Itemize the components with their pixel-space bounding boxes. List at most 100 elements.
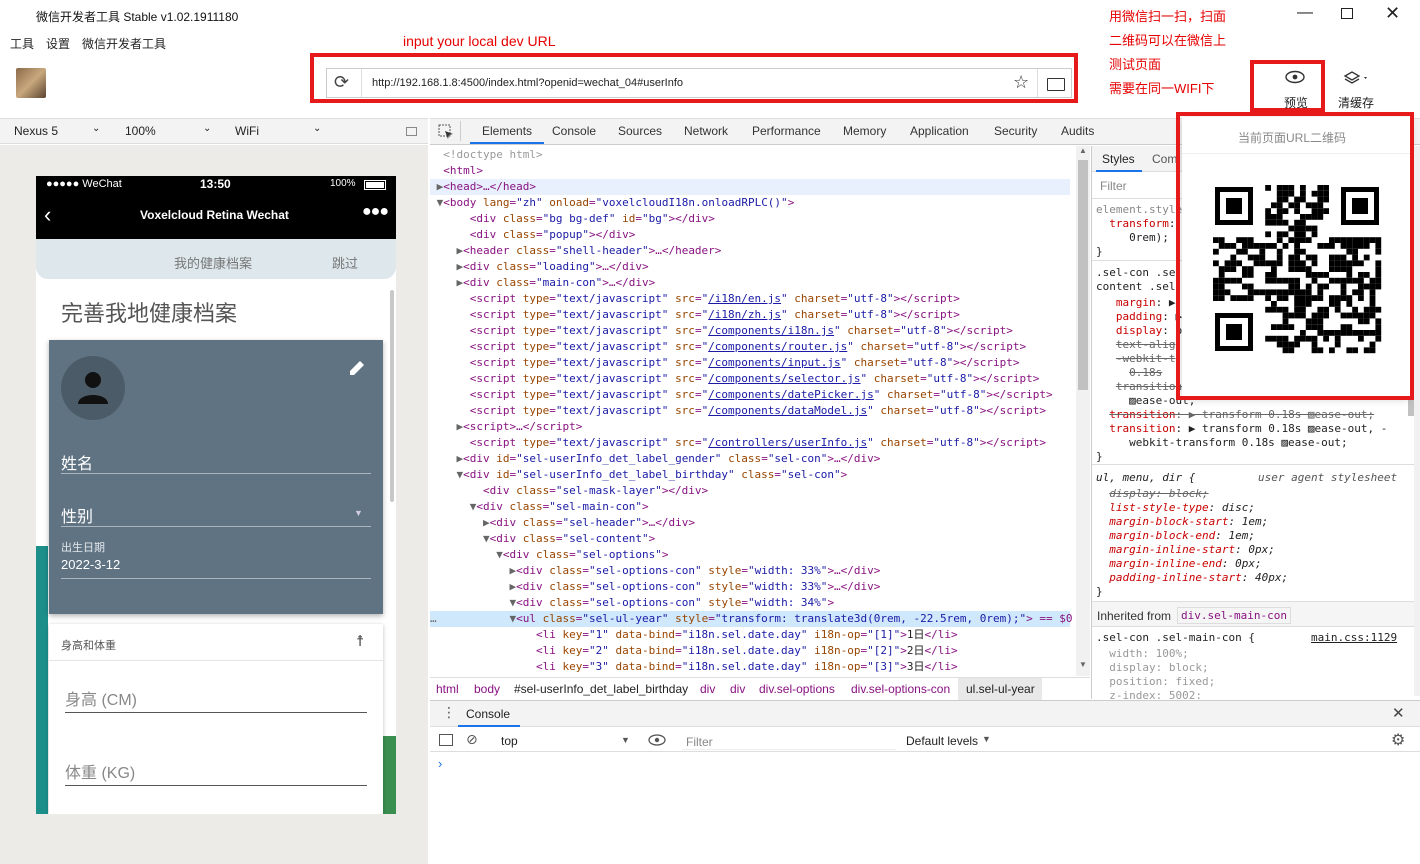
close-drawer-icon[interactable]: ✕ (1392, 704, 1405, 722)
dom-line[interactable]: <script type="text/javascript" src="/com… (430, 355, 1075, 371)
dom-line[interactable]: ▶<div class="main-con">…</div> (430, 275, 1075, 291)
tab-application[interactable]: Application (910, 124, 969, 138)
menu-item-settings[interactable]: 设置 (46, 35, 70, 52)
breadcrumb-item-active[interactable]: ul.sel-ul-year (966, 682, 1035, 696)
skip-link[interactable]: 跳过 (332, 253, 358, 272)
dom-line[interactable]: ▶<header class="shell-header">…</header> (430, 243, 1075, 259)
dom-line[interactable]: <div class="sel-mask-layer"></div> (430, 483, 1075, 499)
inspect-icon[interactable] (438, 124, 454, 140)
css-rule[interactable]: margin-inline-start: 0px; (1096, 543, 1398, 557)
styles-filter-input[interactable]: Filter (1100, 179, 1127, 193)
dom-line[interactable]: <script type="text/javascript" src="/com… (430, 323, 1075, 339)
css-rule[interactable]: margin-block-end: 1em; (1096, 529, 1398, 543)
more-icon[interactable]: ●●● (362, 203, 389, 221)
tab-network[interactable]: Network (684, 124, 728, 138)
css-rule[interactable]: display: block; (1096, 487, 1398, 501)
dom-line[interactable]: ▼<div class="sel-main-con"> (430, 499, 1075, 515)
dom-line[interactable]: ▼<div class="sel-content"> (430, 531, 1075, 547)
edit-icon[interactable] (347, 358, 367, 378)
tab-security[interactable]: Security (994, 124, 1037, 138)
height-input[interactable]: 身高 (CM) (65, 686, 137, 710)
maximize-icon[interactable] (1341, 8, 1353, 19)
device-select[interactable]: Nexus 5 (14, 124, 58, 138)
dom-line[interactable]: <script type="text/javascript" src="/con… (430, 435, 1075, 451)
dom-line[interactable]: ▼<body lang="zh" onload="voxelcloudI18n.… (430, 195, 1075, 211)
console-filter-input[interactable]: Filter (686, 735, 713, 749)
dock-icon[interactable] (406, 127, 417, 136)
css-rule[interactable]: } (1096, 585, 1398, 599)
console-drawer-tab[interactable]: Console (466, 707, 510, 721)
window-scrollbar[interactable] (1414, 146, 1420, 696)
css-rule[interactable]: transition: ▶ transform 0.18s ▨ease-out,… (1096, 422, 1398, 436)
star-icon[interactable]: ☆ (1013, 72, 1029, 93)
dom-line[interactable]: <li key="3" data-bind="i18n.sel.date.day… (430, 659, 1075, 675)
css-rule[interactable]: margin-inline-end: 0px; (1096, 557, 1398, 571)
dom-line[interactable]: <script type="text/javascript" src="/com… (430, 371, 1075, 387)
clear-console-icon[interactable]: ⊘ (466, 731, 478, 748)
dom-line[interactable]: <html> (430, 163, 1075, 179)
breadcrumb-item[interactable]: body (474, 682, 500, 696)
dom-line[interactable]: <div class="bg bg-def" id="bg"></div> (430, 211, 1075, 227)
console-settings-icon[interactable]: ⚙ (1391, 730, 1405, 750)
dom-line[interactable]: <li key="2" data-bind="i18n.sel.date.day… (430, 643, 1075, 659)
inherited-selector[interactable]: div.sel-main-con (1177, 607, 1291, 624)
menu-item-devtool[interactable]: 微信开发者工具 (82, 35, 166, 52)
css-rule[interactable]: position: fixed; (1096, 675, 1398, 689)
styles-tab[interactable]: Styles (1102, 152, 1135, 166)
network-select[interactable]: WiFi (235, 124, 259, 138)
dom-line[interactable]: <script type="text/javascript" src="/com… (430, 387, 1075, 403)
tab-memory[interactable]: Memory (843, 124, 886, 138)
dom-line[interactable]: <script type="text/javascript" src="/i18… (430, 307, 1075, 323)
tab-elements[interactable]: Elements (482, 124, 532, 138)
avatar-placeholder[interactable] (61, 356, 125, 420)
dom-line[interactable]: <script type="text/javascript" src="/com… (430, 403, 1075, 419)
preview-button[interactable]: 预览 (1272, 68, 1318, 110)
dom-line[interactable]: ▶<div class="sel-header">…</div> (430, 515, 1075, 531)
breadcrumb-item[interactable]: #sel-userInfo_det_label_birthday (514, 682, 688, 696)
dom-line[interactable]: ▶<div id="sel-userInfo_det_label_gender"… (430, 451, 1075, 467)
sidebar-toggle-icon[interactable] (439, 734, 453, 746)
css-source-link[interactable]: main.css:1129 (1311, 631, 1397, 644)
css-rule[interactable]: } (1096, 450, 1398, 464)
avatar[interactable] (16, 68, 46, 98)
css-rule[interactable]: z-index: 5002; (1096, 689, 1398, 699)
dom-line[interactable]: ▶<head>…</head> (430, 179, 1075, 195)
breadcrumb-item[interactable]: div (700, 682, 715, 696)
css-rule[interactable]: transition: ▶ transform 0.18s ▨ease-out; (1096, 408, 1398, 422)
dom-line[interactable]: ▶<script>…</script> (430, 419, 1075, 435)
context-select[interactable]: top (501, 734, 518, 748)
tab-sources[interactable]: Sources (618, 124, 662, 138)
tab-audits[interactable]: Audits (1061, 124, 1094, 138)
dom-line[interactable]: ▼<div class="sel-options"> (430, 547, 1075, 563)
reload-icon[interactable]: ⟳ (334, 72, 349, 93)
drawer-menu-icon[interactable]: ⋮ (442, 704, 456, 721)
weight-input[interactable]: 体重 (KG) (65, 759, 135, 783)
birth-date-field[interactable]: 2022-3-12 (61, 557, 120, 572)
dom-line[interactable]: <li key="1" data-bind="i18n.sel.date.day… (430, 627, 1075, 643)
css-rule[interactable]: webkit-transform 0.18s ▨ease-out; (1096, 436, 1398, 450)
dom-line-selected[interactable]: … ▼<ul class="sel-ul-year" style="transf… (430, 611, 1075, 627)
close-window-icon[interactable]: ✕ (1385, 3, 1400, 24)
breadcrumb-item[interactable]: html (436, 682, 459, 696)
breadcrumb-item[interactable]: div.sel-options-con (851, 682, 950, 696)
dom-line[interactable]: <div class="popup"></div> (430, 227, 1075, 243)
dom-line[interactable]: ▼<div id="sel-userInfo_det_label_birthda… (430, 467, 1075, 483)
gender-select[interactable]: 性别 (61, 503, 93, 527)
folder-icon[interactable] (1047, 78, 1065, 91)
css-rule[interactable]: margin-block-start: 1em; (1096, 515, 1398, 529)
dom-line[interactable]: ▼<div class="sel-options-con" style="wid… (430, 595, 1075, 611)
tab-console[interactable]: Console (552, 124, 596, 138)
clear-cache-button[interactable]: 清缓存 (1335, 68, 1385, 110)
log-levels-select[interactable]: Default levels (906, 734, 978, 748)
phone-scrollbar[interactable] (390, 290, 394, 502)
dom-line[interactable]: ▶<div class="sel-options-con" style="wid… (430, 563, 1075, 579)
css-rule[interactable]: width: 100%; (1096, 647, 1398, 661)
computed-tab[interactable]: Com (1152, 152, 1177, 166)
console-prompt-icon[interactable]: › (438, 756, 442, 771)
eye-icon[interactable] (648, 734, 666, 746)
css-rule[interactable]: list-style-type: disc; (1096, 501, 1398, 515)
breadcrumb-item[interactable]: div (730, 682, 745, 696)
dom-line[interactable]: ▶<div class="sel-options-con" style="wid… (430, 579, 1075, 595)
minimize-icon[interactable]: — (1297, 4, 1313, 22)
back-icon[interactable]: ‹ (44, 202, 51, 228)
